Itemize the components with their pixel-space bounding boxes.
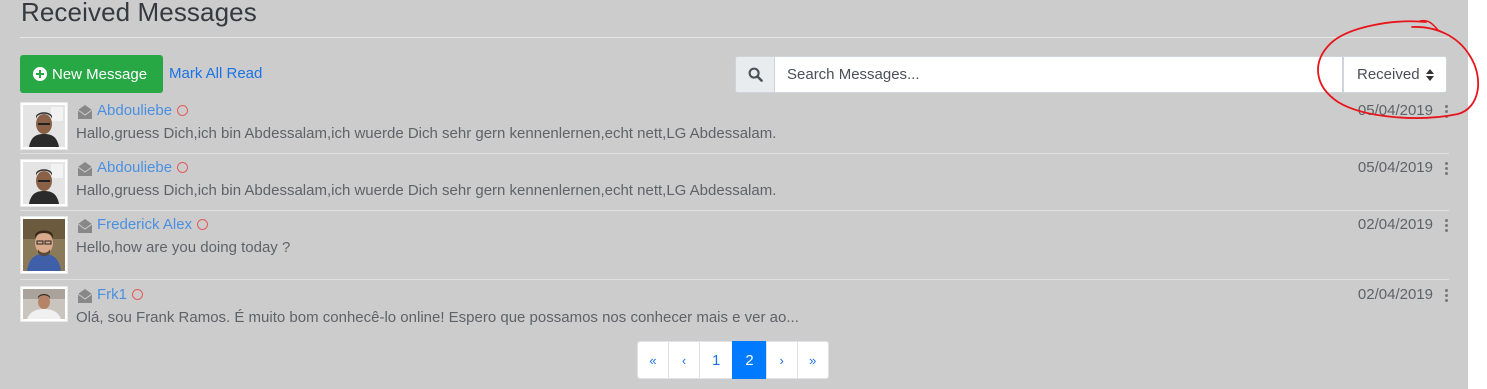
message-date: 05/04/2019 — [1357, 102, 1433, 119]
folder-filter-select[interactable]: Received — [1343, 56, 1447, 93]
avatar[interactable] — [20, 286, 68, 322]
prev-page-button[interactable]: ‹ — [668, 341, 700, 379]
avatar[interactable] — [20, 159, 68, 207]
message-date: 05/04/2019 — [1357, 159, 1433, 176]
sender-name: Frk1 — [97, 286, 127, 303]
row-divider — [20, 153, 1449, 154]
message-date: 02/04/2019 — [1357, 216, 1433, 233]
new-message-button[interactable]: New Message — [20, 55, 163, 93]
pagination: « ‹ 1 2 › » — [637, 341, 829, 379]
search-group: Received — [735, 56, 1447, 93]
message-row[interactable]: Frk1 Olá, sou Frank Ramos. É muito bom c… — [20, 286, 1449, 336]
more-options-icon[interactable] — [1445, 105, 1449, 119]
search-button[interactable] — [735, 56, 775, 93]
more-options-icon[interactable] — [1445, 219, 1449, 233]
status-circle-icon — [177, 162, 189, 173]
sort-caret-icon — [1426, 69, 1434, 81]
sender-link[interactable]: Abdouliebe — [97, 102, 189, 119]
first-page-button[interactable]: « — [637, 341, 669, 379]
sender-link[interactable]: Frederick Alex — [97, 216, 209, 233]
sender-link[interactable]: Frk1 — [97, 286, 143, 303]
page-button-1[interactable]: 1 — [699, 341, 734, 379]
status-circle-icon — [197, 219, 209, 230]
folder-filter-value: Received — [1357, 66, 1420, 83]
message-snippet: Olá, sou Frank Ramos. É muito bom conhec… — [76, 309, 799, 326]
avatar[interactable] — [20, 102, 68, 150]
envelope-icon — [77, 105, 93, 119]
message-date: 02/04/2019 — [1357, 286, 1433, 303]
sender-name: Abdouliebe — [97, 159, 173, 176]
message-snippet: Hello,how are you doing today ? — [76, 239, 291, 256]
message-snippet: Hallo,gruess Dich,ich bin Abdessalam,ich… — [76, 125, 777, 142]
search-input[interactable] — [775, 56, 1343, 93]
status-circle-icon — [132, 289, 143, 300]
message-row[interactable]: Abdouliebe Hallo,gruess Dich,ich bin Abd… — [20, 159, 1449, 209]
message-snippet: Hallo,gruess Dich,ich bin Abdessalam,ich… — [76, 182, 777, 199]
more-options-icon[interactable] — [1445, 162, 1449, 176]
last-page-button[interactable]: » — [796, 341, 829, 379]
title-divider — [20, 37, 1449, 38]
mark-all-read-link[interactable]: Mark All Read — [169, 65, 262, 82]
row-divider — [20, 210, 1449, 211]
avatar[interactable] — [20, 216, 68, 274]
envelope-icon — [77, 219, 93, 233]
sender-name: Frederick Alex — [97, 216, 193, 233]
messages-page: Received Messages New Message Mark All R… — [0, 0, 1468, 389]
new-message-label: New Message — [52, 65, 148, 83]
sender-link[interactable]: Abdouliebe — [97, 159, 189, 176]
message-row[interactable]: Frederick Alex Hello,how are you doing t… — [20, 216, 1449, 276]
page-button-2[interactable]: 2 — [732, 341, 767, 379]
page-title: Received Messages — [21, 0, 257, 27]
status-circle-icon — [177, 105, 189, 116]
envelope-icon — [77, 162, 93, 176]
envelope-icon — [77, 289, 93, 303]
more-options-icon[interactable] — [1445, 289, 1449, 303]
plus-circle-icon — [33, 67, 47, 81]
search-icon — [748, 67, 763, 82]
message-row[interactable]: Abdouliebe Hallo,gruess Dich,ich bin Abd… — [20, 102, 1449, 152]
sender-name: Abdouliebe — [97, 102, 173, 119]
next-page-button[interactable]: › — [765, 341, 798, 379]
row-divider — [20, 279, 1449, 280]
